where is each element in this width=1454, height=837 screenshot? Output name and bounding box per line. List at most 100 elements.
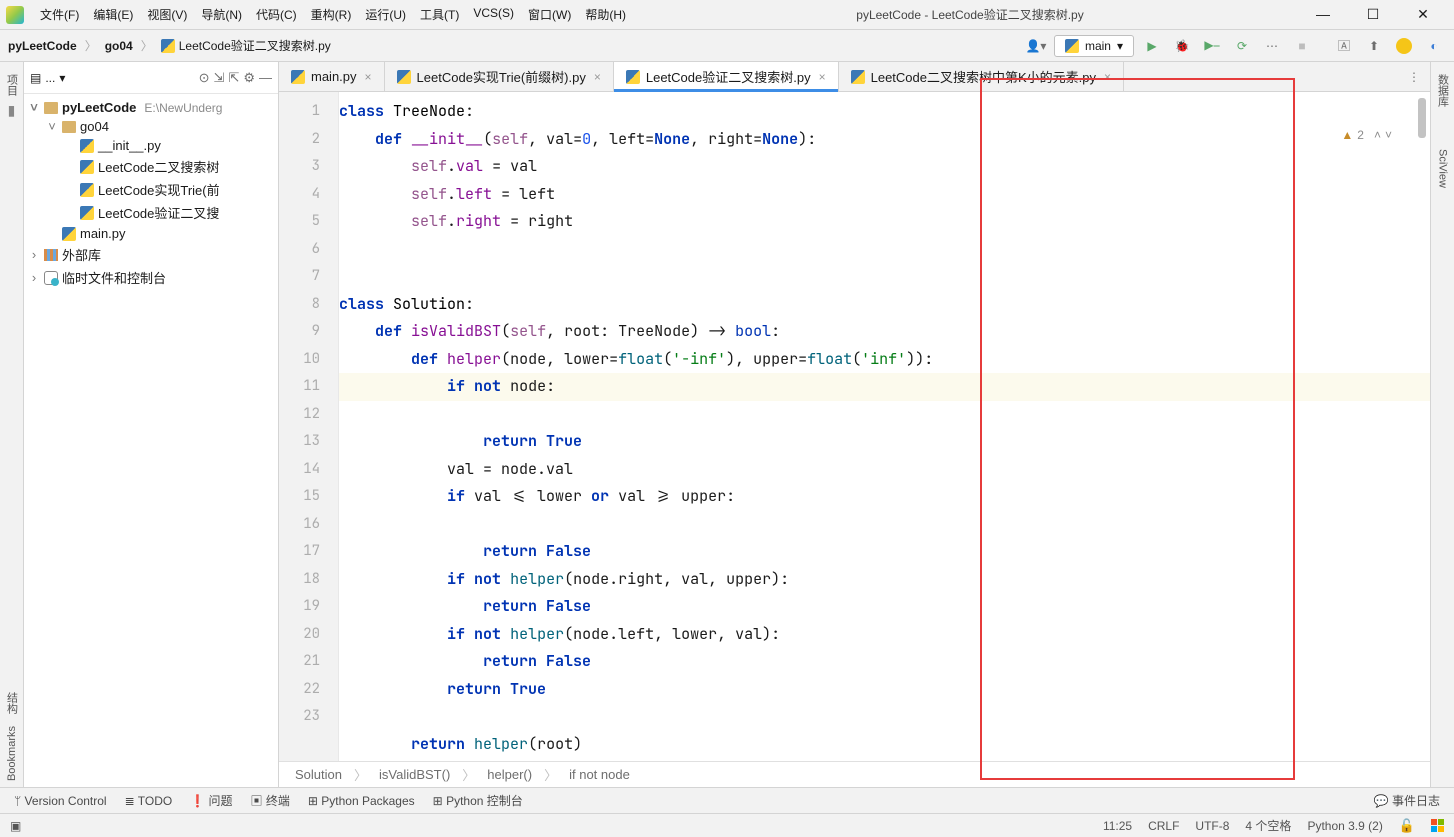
event-log-tab[interactable]: 💬 事件日志 xyxy=(1374,792,1440,809)
terminal-tool-tab[interactable]: ▣ 终端 xyxy=(251,792,290,809)
file-validate[interactable]: LeetCode验证二叉搜 xyxy=(98,203,219,222)
update-icon[interactable]: ⬆︎ xyxy=(1362,34,1386,58)
line-separator[interactable]: CRLF xyxy=(1148,819,1179,833)
folder-icon xyxy=(44,102,58,114)
expand-all-icon[interactable]: ⇲ xyxy=(214,70,225,86)
menu-window[interactable]: 窗口(W) xyxy=(522,2,577,27)
menu-tools[interactable]: 工具(T) xyxy=(414,2,465,27)
run-button[interactable]: ▶ xyxy=(1140,34,1164,58)
collapse-all-icon[interactable]: ⇱ xyxy=(228,70,239,86)
chevron-down-icon[interactable]: ˅ xyxy=(1385,128,1392,142)
file-trie[interactable]: LeetCode实现Trie(前 xyxy=(98,180,220,199)
close-icon[interactable]: × xyxy=(365,70,372,84)
file-bstk[interactable]: LeetCode二叉搜索树 xyxy=(98,157,219,176)
project-root[interactable]: pyLeetCode xyxy=(62,100,136,115)
debug-button[interactable]: 🐞 xyxy=(1170,34,1194,58)
python-file-icon xyxy=(62,227,76,241)
line-number: 4 xyxy=(279,181,320,209)
menu-help[interactable]: 帮助(H) xyxy=(579,2,632,27)
windows-icon[interactable] xyxy=(1431,819,1444,832)
database-tool-tab[interactable]: 数据库 xyxy=(1433,68,1453,113)
close-icon[interactable]: × xyxy=(594,70,601,84)
caret-position[interactable]: 11:25 xyxy=(1103,819,1132,833)
line-gutter[interactable]: 1 2 3 4 5 6 7 8 9 10 11 12 13 14 15 16 1… xyxy=(279,92,339,761)
scratches[interactable]: 临时文件和控制台 xyxy=(62,268,166,287)
ide-features-icon[interactable] xyxy=(1392,34,1416,58)
code-breadcrumb[interactable]: Solution 〉 isValidBST() 〉 helper() 〉 if … xyxy=(279,761,1430,787)
chevron-up-icon[interactable]: ˄ xyxy=(1374,128,1381,142)
maximize-button[interactable]: ☐ xyxy=(1358,6,1388,23)
line-number: 16 xyxy=(279,511,320,539)
structure-tool-tab[interactable]: 结构 xyxy=(2,686,22,720)
console-tool-tab[interactable]: ⊞ Python 控制台 xyxy=(433,792,523,809)
menu-navigate[interactable]: 导航(N) xyxy=(195,2,248,27)
menu-run[interactable]: 运行(U) xyxy=(359,2,412,27)
packages-tool-tab[interactable]: ⊞ Python Packages xyxy=(308,794,415,808)
tab-main[interactable]: main.py× xyxy=(279,62,385,91)
sciview-tool-tab[interactable]: SciView xyxy=(1435,143,1451,194)
crumb-file[interactable]: LeetCode验证二叉搜索树.py xyxy=(179,37,331,54)
attach-button[interactable]: ⋯ xyxy=(1260,34,1284,58)
tab-trie[interactable]: LeetCode实现Trie(前缀树).py× xyxy=(385,62,614,91)
stop-button[interactable]: ■ xyxy=(1290,34,1314,58)
lock-icon[interactable]: 🔓 xyxy=(1399,818,1415,834)
code-editor[interactable]: class TreeNode: def __init__(self, val=0… xyxy=(339,92,1430,761)
close-window-button[interactable]: ✕ xyxy=(1408,6,1438,23)
gear-icon[interactable]: ⚙ xyxy=(243,70,255,86)
translate-icon[interactable]: 🄰 xyxy=(1332,34,1356,58)
menu-refactor[interactable]: 重构(R) xyxy=(305,2,358,27)
line-number: 1 xyxy=(279,98,320,126)
hide-panel-icon[interactable]: ― xyxy=(259,70,272,85)
tab-validate-bst[interactable]: LeetCode验证二叉搜索树.py× xyxy=(614,62,839,91)
problems-tool-tab[interactable]: ❗ 问题 xyxy=(190,792,232,809)
vertical-scrollbar[interactable] xyxy=(1418,98,1426,138)
indent-setting[interactable]: 4 个空格 xyxy=(1245,817,1291,834)
inspection-indicator[interactable]: ▲ 2 ˄ ˅ xyxy=(1341,128,1392,142)
line-number: 21 xyxy=(279,648,320,676)
nav-breadcrumb[interactable]: pyLeetCode 〉 go04 〉 LeetCode验证二叉搜索树.py xyxy=(8,37,331,54)
search-everywhere-button[interactable]: ◐ xyxy=(1422,34,1446,58)
profile-button[interactable]: ⟳ xyxy=(1230,34,1254,58)
todo-tool-tab[interactable]: ≣ TODO xyxy=(125,794,173,808)
breadcrumb-item[interactable]: Solution xyxy=(295,767,342,782)
file-init[interactable]: __init__.py xyxy=(98,138,161,153)
status-bar: ▣ 11:25 CRLF UTF-8 4 个空格 Python 3.9 (2) … xyxy=(0,813,1454,837)
vcs-tool-tab[interactable]: ᛘ Version Control xyxy=(14,794,107,808)
line-number: 10 xyxy=(279,346,320,374)
breadcrumb-item[interactable]: helper() xyxy=(487,767,532,782)
file-main[interactable]: main.py xyxy=(80,226,126,241)
tabs-more-icon[interactable]: ⋮ xyxy=(1398,62,1430,91)
menu-vcs[interactable]: VCS(S) xyxy=(467,2,520,27)
breadcrumb-item[interactable]: if not node xyxy=(569,767,630,782)
project-view-icon[interactable]: ▤ xyxy=(30,71,41,85)
line-number: 14 xyxy=(279,456,320,484)
user-icon[interactable]: 👤▾ xyxy=(1024,34,1048,58)
project-view-select[interactable]: ... xyxy=(45,71,55,85)
tab-kth[interactable]: LeetCode二叉搜索树中第K小的元素.py× xyxy=(839,62,1124,91)
project-tree[interactable]: ˅pyLeetCodeE:\NewUnderg ˅go04 __init__.p… xyxy=(24,94,278,293)
menu-edit[interactable]: 编辑(E) xyxy=(87,2,139,27)
menu-file[interactable]: 文件(F) xyxy=(34,2,85,27)
crumb-root[interactable]: pyLeetCode xyxy=(8,39,77,53)
close-icon[interactable]: × xyxy=(819,70,826,84)
close-icon[interactable]: × xyxy=(1104,70,1111,84)
select-opened-file-icon[interactable]: ⊙ xyxy=(199,70,210,86)
crumb-dir[interactable]: go04 xyxy=(105,39,133,53)
menu-code[interactable]: 代码(C) xyxy=(250,2,303,27)
status-icon[interactable]: ▣ xyxy=(10,819,21,833)
run-config-name: main xyxy=(1085,39,1111,53)
project-tool-tab[interactable]: 项目 xyxy=(2,68,22,102)
breadcrumb-item[interactable]: isValidBST() xyxy=(379,767,450,782)
minimize-button[interactable]: ― xyxy=(1308,6,1338,23)
dir-go04[interactable]: go04 xyxy=(80,119,109,134)
file-encoding[interactable]: UTF-8 xyxy=(1195,819,1229,833)
interpreter[interactable]: Python 3.9 (2) xyxy=(1307,819,1382,833)
coverage-button[interactable]: ▶⎯ xyxy=(1200,34,1224,58)
run-config-selector[interactable]: main ▾ xyxy=(1054,35,1134,57)
editor-area: main.py× LeetCode实现Trie(前缀树).py× LeetCod… xyxy=(279,62,1430,787)
library-icon xyxy=(44,249,58,261)
bookmarks-tool-tab[interactable]: Bookmarks xyxy=(4,720,20,787)
menu-view[interactable]: 视图(V) xyxy=(141,2,193,27)
external-libs[interactable]: 外部库 xyxy=(62,245,101,264)
window-title: pyLeetCode - LeetCode验证二叉搜索树.py xyxy=(632,6,1308,23)
